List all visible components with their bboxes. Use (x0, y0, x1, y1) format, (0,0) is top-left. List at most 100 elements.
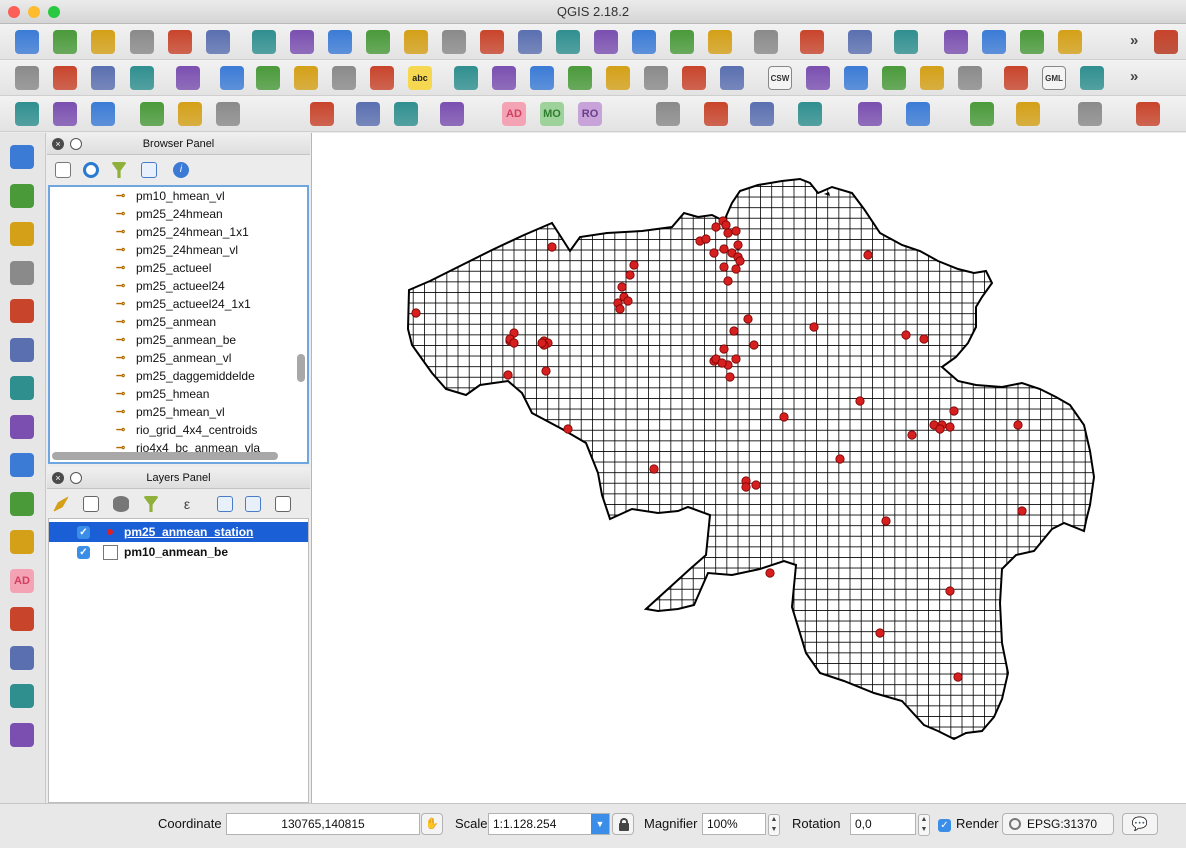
station-point[interactable] (719, 244, 729, 254)
station-point[interactable] (649, 464, 659, 474)
refresh-icon[interactable] (754, 30, 778, 54)
station-point[interactable] (411, 308, 421, 318)
save-project-icon[interactable] (91, 30, 115, 54)
python-console-icon[interactable] (958, 66, 982, 90)
station-point[interactable] (901, 330, 911, 340)
mouse-tool-icon[interactable] (704, 102, 728, 126)
zoom-to-layer-icon[interactable] (518, 30, 542, 54)
station-point[interactable] (725, 372, 735, 382)
map-svg[interactable] (312, 133, 1186, 803)
browser-item[interactable]: ⊸ pm25_actueel24 (50, 277, 307, 295)
browser-horizontal-scrollbar[interactable] (52, 452, 278, 460)
station-point[interactable] (779, 412, 789, 422)
station-point[interactable] (547, 242, 557, 252)
scale-tool-icon[interactable] (970, 102, 994, 126)
add-layer-1-icon[interactable] (15, 102, 39, 126)
ad-layer-icon[interactable]: AD (10, 568, 34, 593)
station-point[interactable] (719, 344, 729, 354)
plugin-icon[interactable] (920, 66, 944, 90)
new-bookmark-icon[interactable] (670, 30, 694, 54)
browser-item[interactable]: ⊸ pm10_hmean_vl (50, 187, 307, 205)
rotate-label-icon[interactable] (644, 66, 668, 90)
add-spatialite-layer-icon[interactable] (10, 299, 34, 323)
toolbar-overflow-icon[interactable]: » (1130, 32, 1138, 49)
rotation-field[interactable]: 0,0 (850, 813, 916, 835)
toolbar-overflow-icon[interactable]: » (1130, 68, 1138, 85)
station-point[interactable] (711, 222, 721, 232)
add-mesh-layer-icon[interactable] (10, 722, 34, 747)
collapse-all-layers-icon[interactable] (245, 496, 261, 512)
zoom-out-icon[interactable] (366, 30, 390, 54)
wms-search-icon[interactable] (844, 66, 868, 90)
station-point[interactable] (623, 296, 633, 306)
browser-panel-close-button[interactable]: × (52, 138, 64, 150)
layer-visibility-checkbox[interactable]: ✓ (77, 546, 90, 559)
label-tool-icon[interactable]: abc (408, 66, 432, 90)
add-gpx-layer-icon[interactable] (10, 684, 34, 708)
station-point[interactable] (731, 264, 741, 274)
station-point[interactable] (751, 480, 761, 490)
layer-tree-icon[interactable] (1136, 102, 1160, 126)
change-label-icon[interactable] (682, 66, 706, 90)
add-wms-layer-icon[interactable] (10, 337, 34, 362)
show-hide-labels-icon[interactable] (568, 66, 592, 90)
station-point[interactable] (719, 262, 729, 272)
browser-item[interactable]: ⊸ rio_grid_4x4_centroids (50, 421, 307, 439)
zoom-native-icon[interactable] (404, 30, 428, 54)
composer-manager-icon[interactable] (206, 30, 230, 54)
highlight-pinned-labels-icon[interactable] (492, 66, 516, 90)
pan-map-icon[interactable] (252, 30, 276, 54)
station-point[interactable] (875, 628, 885, 638)
add-postgis-layer-icon[interactable] (10, 260, 34, 285)
station-point[interactable] (701, 234, 711, 244)
station-point[interactable] (809, 322, 819, 332)
station-point[interactable] (935, 424, 945, 434)
select-features-icon[interactable] (894, 30, 918, 54)
browser-vertical-scrollbar[interactable] (297, 354, 305, 382)
station-point[interactable] (741, 482, 751, 492)
station-point[interactable] (855, 396, 865, 406)
show-bookmarks-icon[interactable] (708, 30, 732, 54)
rotation-stepper[interactable]: ▲ ▼ (918, 814, 930, 836)
station-point[interactable] (537, 338, 547, 348)
print-icon[interactable] (1004, 66, 1028, 90)
station-point[interactable] (743, 314, 753, 324)
home-icon[interactable] (906, 102, 930, 126)
toggle-editing-icon[interactable] (53, 66, 77, 90)
add-group-icon[interactable] (83, 496, 99, 512)
metasearch-icon[interactable] (806, 66, 830, 90)
add-oracle-layer-icon[interactable] (10, 530, 34, 554)
add-mssql-layer-icon[interactable] (10, 645, 34, 670)
station-point[interactable] (863, 250, 873, 260)
layers-panel-close-button[interactable]: × (52, 472, 64, 484)
add-wfs-layer-icon[interactable] (10, 414, 34, 439)
attribute-table-icon[interactable] (1020, 30, 1044, 54)
lock-scale-button[interactable] (612, 813, 634, 835)
remove-layer-icon[interactable] (275, 496, 291, 512)
collapse-all-icon[interactable] (141, 162, 157, 178)
filter-legend-icon[interactable] (143, 496, 159, 512)
style-layer-icon[interactable] (53, 496, 69, 512)
numerical-digitize-icon[interactable] (310, 102, 334, 126)
coordinate-field[interactable]: 130765,140815 (226, 813, 420, 835)
add-layer-3-icon[interactable] (91, 102, 115, 126)
node-tool-icon[interactable] (220, 66, 244, 90)
station-point[interactable] (729, 326, 739, 336)
move-label-icon[interactable] (606, 66, 630, 90)
station-point[interactable] (723, 276, 733, 286)
field-calculator-icon[interactable] (1058, 30, 1082, 54)
new-map-view-icon[interactable] (632, 30, 656, 54)
add-point-icon[interactable] (140, 102, 164, 126)
expression-filter-icon[interactable]: ε (179, 496, 195, 512)
qgis-cloud-icon[interactable] (440, 102, 464, 126)
station-point[interactable] (717, 358, 727, 368)
browser-item[interactable]: ⊸ pm25_anmean_vl (50, 349, 307, 367)
layer-row-pm10-anmean-be[interactable]: ✓ pm10_anmean_be (49, 542, 308, 562)
expand-all-icon[interactable] (217, 496, 233, 512)
map-canvas[interactable] (311, 133, 1186, 803)
delete-selected-icon[interactable] (256, 66, 280, 90)
pin-labels-icon[interactable] (530, 66, 554, 90)
station-point[interactable] (709, 248, 719, 258)
georeferencer-icon[interactable] (10, 607, 34, 631)
add-raster-layer-icon[interactable] (10, 183, 34, 208)
